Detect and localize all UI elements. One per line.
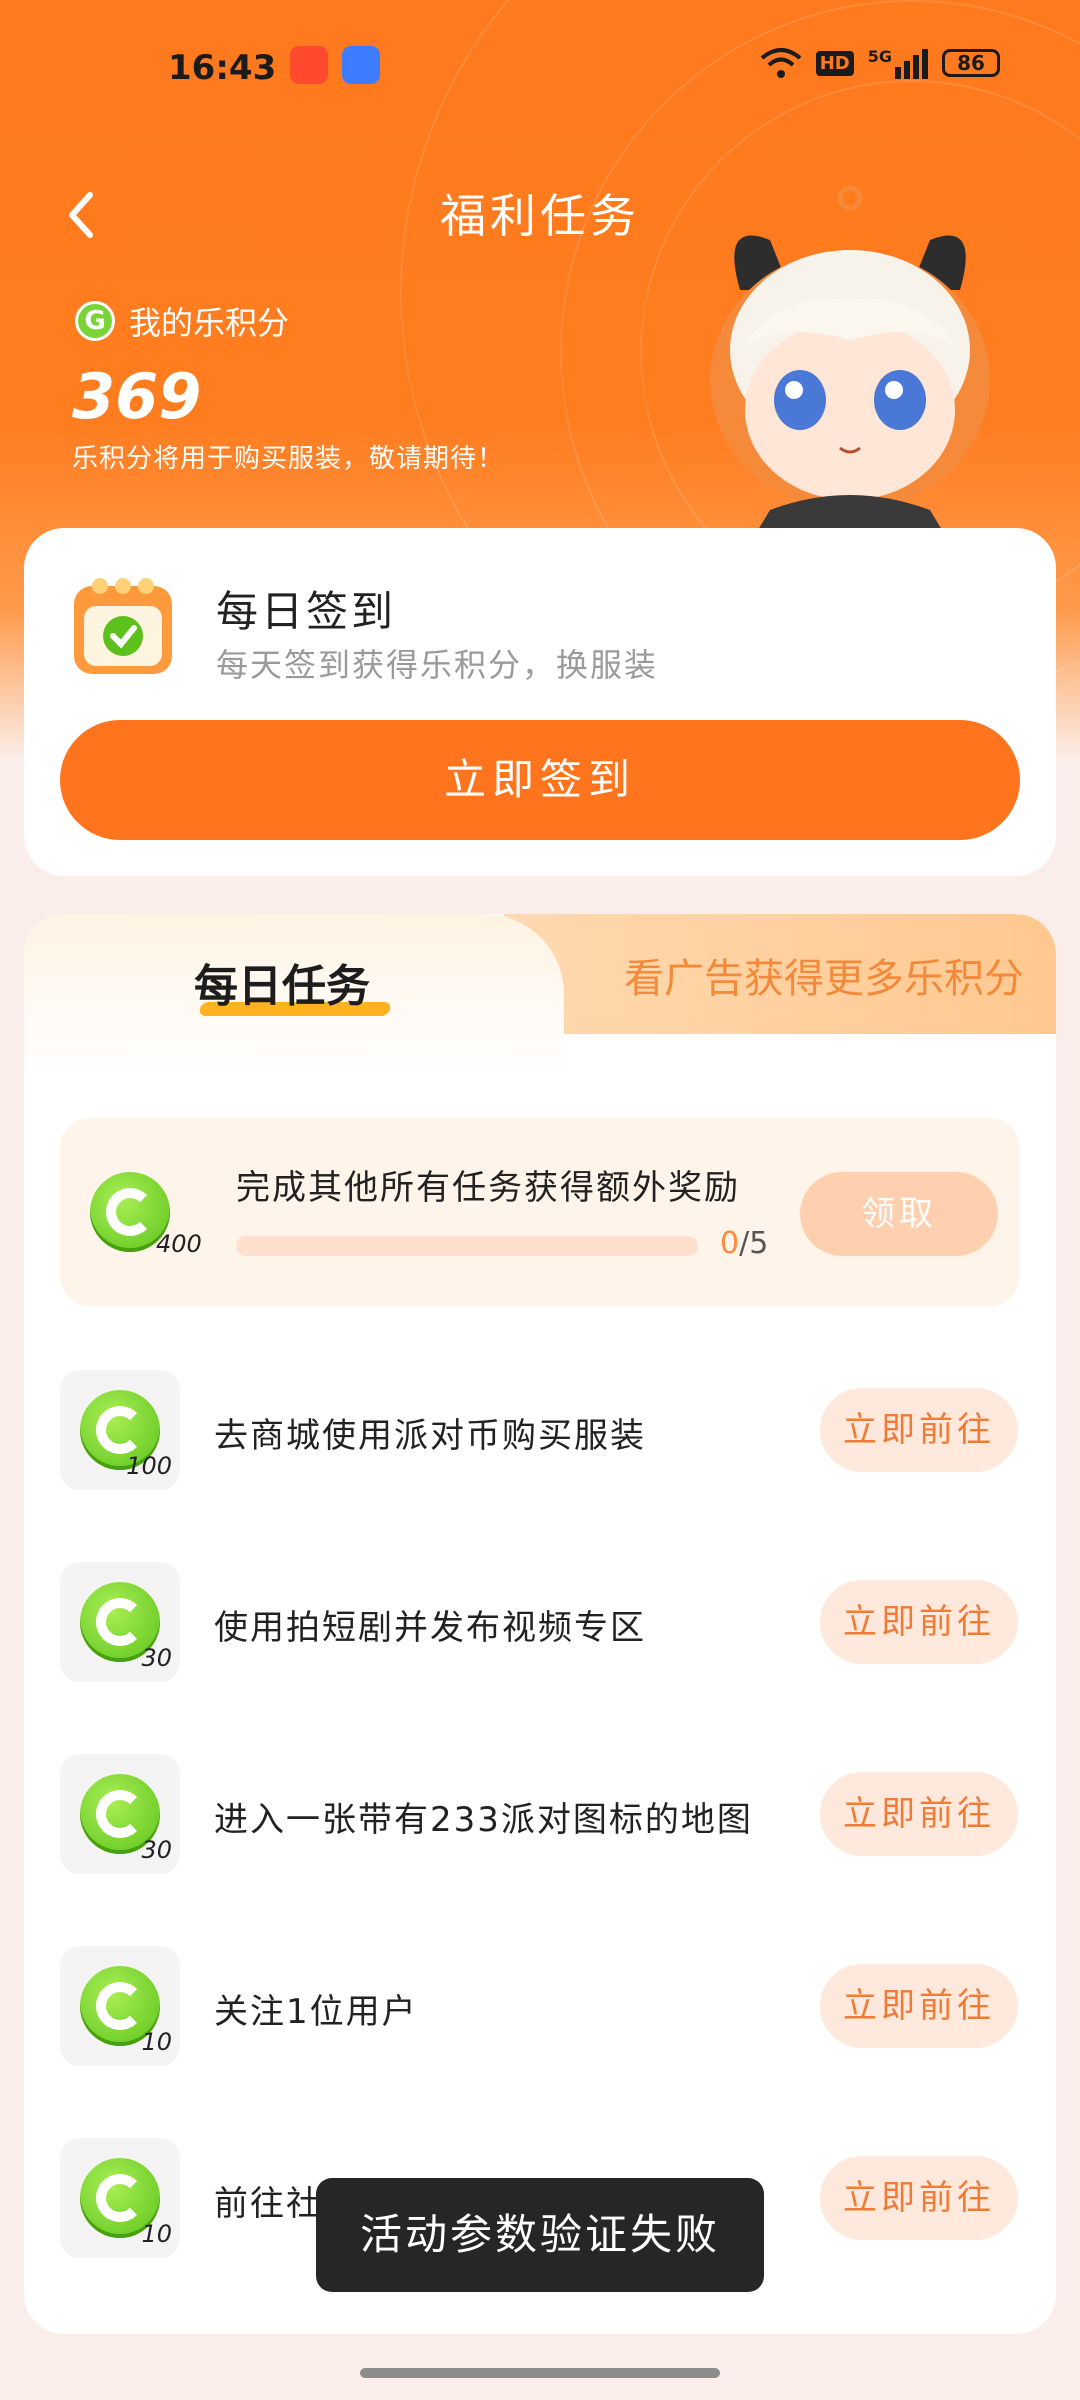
tab-daily-tasks[interactable]: 每日任务 — [24, 914, 564, 1074]
task-points: 30 — [141, 1836, 172, 1864]
task-row: 30 使用拍短剧并发布视频专区 立即前往 — [60, 1562, 1020, 1682]
task-label: 使用拍短剧并发布视频专区 — [214, 1608, 646, 1648]
tab-daily-label: 每日任务 — [194, 961, 370, 1012]
task-icon-box: 100 — [60, 1370, 180, 1490]
tasks-card: 看广告获得更多乐积分 每日任务 400 完成其他所有任务获得额外奖励 0/5 领… — [24, 914, 1056, 2334]
checkin-title: 每日签到 — [216, 587, 397, 636]
bonus-coin-amount: 400 — [156, 1230, 202, 1258]
hd-indicator: HD — [815, 50, 854, 76]
points-g-icon: G — [75, 301, 115, 341]
task-go-button[interactable]: 立即前往 — [820, 2156, 1018, 2240]
checkin-button[interactable]: 立即签到 — [60, 720, 1020, 840]
network-type: 5G — [867, 47, 892, 66]
progress-total: /5 — [739, 1226, 769, 1261]
bonus-progress-bar — [236, 1236, 698, 1256]
points-value: 369 — [72, 360, 202, 433]
task-icon-box: 10 — [60, 1946, 180, 2066]
points-note: 乐积分将用于购买服装，敬请期待！ — [72, 444, 505, 474]
task-row: 30 进入一张带有233派对图标的地图 立即前往 — [60, 1754, 1020, 1874]
bonus-title: 完成其他所有任务获得额外奖励 — [236, 1168, 740, 1208]
task-go-button[interactable]: 立即前往 — [820, 1580, 1018, 1664]
task-go-button[interactable]: 立即前往 — [820, 1388, 1018, 1472]
status-time: 16:43 — [168, 48, 277, 88]
task-points: 10 — [141, 2220, 172, 2248]
claim-button[interactable]: 领取 — [800, 1172, 998, 1256]
task-go-button[interactable]: 立即前往 — [820, 1964, 1018, 2048]
mascot-character-illustration — [710, 185, 990, 560]
battery-icon: 86 — [942, 49, 1000, 77]
task-icon-box: 10 — [60, 2138, 180, 2258]
task-row: 10 关注1位用户 立即前往 — [60, 1946, 1020, 2066]
baidu-app-icon — [342, 46, 380, 84]
progress-current: 0 — [720, 1226, 740, 1261]
points-label-row: G 我的乐积分 — [75, 298, 289, 344]
tab-ads-label: 看广告获得更多乐积分 — [624, 956, 1024, 1002]
status-bar: 16:43 HD 5G 86 — [0, 40, 1080, 100]
calendar-check-icon — [74, 578, 172, 674]
points-label: 我的乐积分 — [129, 304, 290, 342]
toast-message: 活动参数验证失败 — [316, 2178, 764, 2292]
task-row: 100 去商城使用派对币购买服装 立即前往 — [60, 1370, 1020, 1490]
daily-checkin-card: 每日签到 每天签到获得乐积分，换服装 立即签到 — [24, 528, 1056, 876]
task-points: 100 — [126, 1452, 172, 1480]
task-label: 去商城使用派对币购买服装 — [214, 1416, 646, 1456]
bonus-progress-text: 0/5 — [720, 1226, 768, 1261]
task-points: 30 — [141, 1644, 172, 1672]
task-points: 10 — [141, 2028, 172, 2056]
task-label: 关注1位用户 — [214, 1992, 418, 2032]
home-indicator[interactable] — [360, 2368, 720, 2378]
task-icon-box: 30 — [60, 1562, 180, 1682]
tab-ads[interactable]: 看广告获得更多乐积分 — [504, 914, 1056, 1034]
wifi-icon — [760, 48, 802, 78]
bonus-task-panel: 400 完成其他所有任务获得额外奖励 0/5 领取 — [60, 1118, 1020, 1306]
signal-icon: 5G — [868, 47, 928, 79]
checkin-subtitle: 每天签到获得乐积分，换服装 — [216, 646, 659, 684]
task-icon-box: 30 — [60, 1754, 180, 1874]
task-go-button[interactable]: 立即前往 — [820, 1772, 1018, 1856]
task-label: 进入一张带有233派对图标的地图 — [214, 1800, 753, 1840]
notification-app-icon — [290, 46, 328, 84]
